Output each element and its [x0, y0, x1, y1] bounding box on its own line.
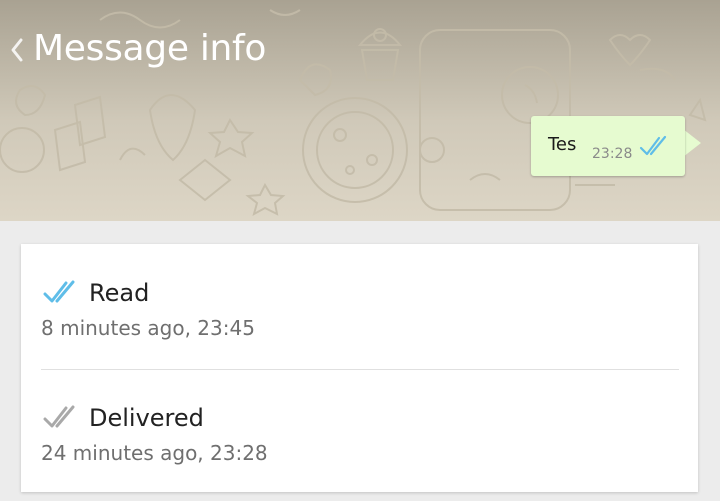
receipt-row-read: Read 8 minutes ago, 23:45 [21, 244, 698, 364]
receipt-row-delivered: Delivered 24 minutes ago, 23:28 [21, 369, 698, 489]
page-title: Message info [33, 28, 267, 69]
receipt-time: 8 minutes ago, 23:45 [41, 316, 255, 340]
back-navigation[interactable]: Message info [0, 0, 400, 100]
message-bubble[interactable]: Tes 23:28 [531, 116, 685, 176]
receipt-label: Delivered [89, 404, 204, 432]
message-bubble-tail [683, 129, 701, 157]
message-info-screen: Message info Tes 23:28 Read 8 minutes ag… [0, 0, 720, 501]
receipt-card: Read 8 minutes ago, 23:45 Delivered 24 m… [21, 244, 698, 492]
message-text: Tes [548, 134, 577, 155]
chat-wallpaper-header: Message info Tes 23:28 [0, 0, 720, 221]
message-time: 23:28 [592, 146, 633, 162]
chevron-left-icon[interactable] [8, 37, 26, 63]
receipt-time: 24 minutes ago, 23:28 [41, 441, 268, 465]
receipt-label: Read [89, 279, 150, 307]
double-check-icon [43, 405, 75, 428]
double-check-icon [639, 135, 667, 156]
double-check-icon [43, 280, 75, 303]
